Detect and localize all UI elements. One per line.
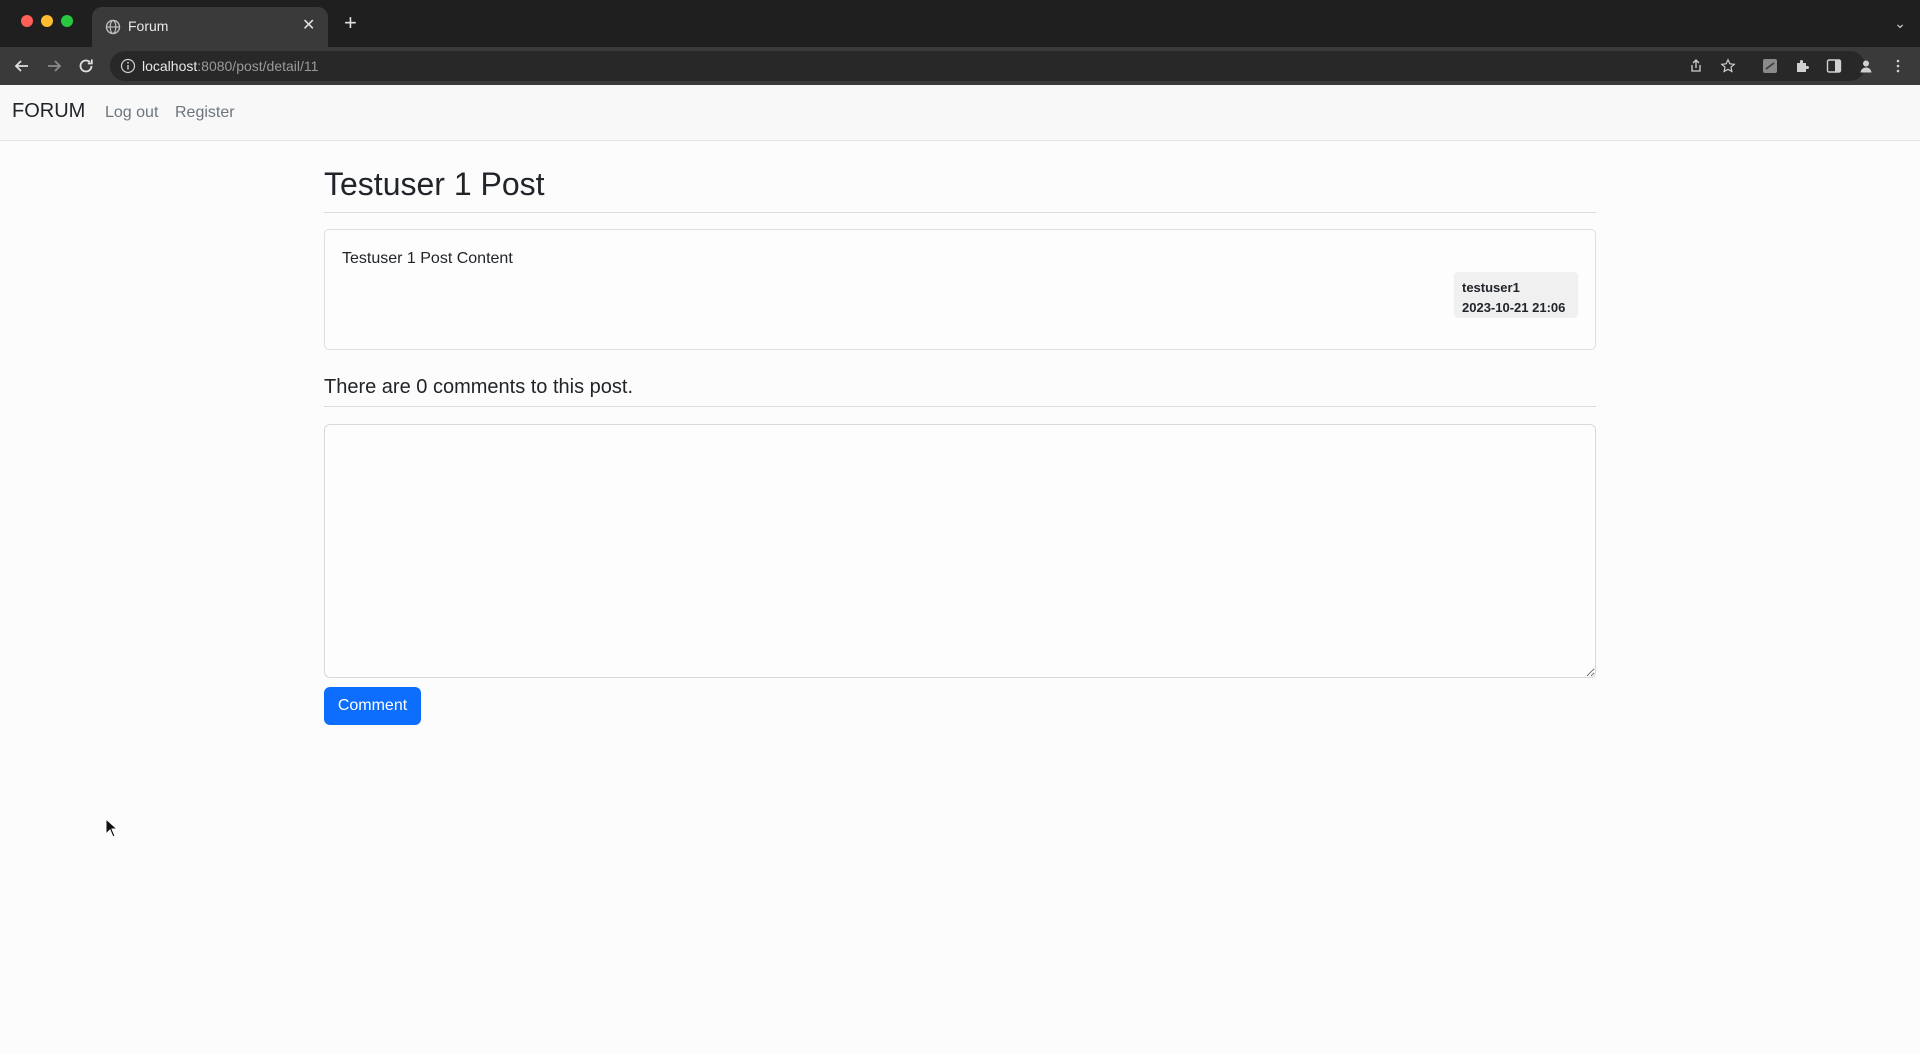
post-card: Testuser 1 Post Content testuser1 2023-1… (324, 229, 1596, 350)
bookmark-star-icon[interactable] (1720, 58, 1736, 74)
side-panel-icon[interactable] (1826, 58, 1842, 74)
profile-icon[interactable] (1858, 58, 1874, 74)
maximize-window-button[interactable] (61, 15, 73, 27)
mouse-cursor-icon (105, 818, 119, 838)
share-icon[interactable] (1688, 58, 1704, 74)
site-info-icon[interactable] (120, 58, 136, 74)
more-menu-icon[interactable] (1890, 58, 1906, 74)
browser-tab-bar: Forum ✕ + ⌄ (0, 0, 1920, 47)
author-badge: testuser1 2023-10-21 21:06 (1454, 272, 1578, 318)
url-text: localhost:8080/post/detail/11 (142, 58, 318, 74)
close-window-button[interactable] (21, 15, 33, 27)
forward-arrow-icon[interactable] (44, 56, 64, 76)
url-host: localhost (142, 58, 198, 74)
divider (324, 212, 1596, 213)
browser-tab[interactable]: Forum ✕ (92, 7, 328, 47)
page-title: Testuser 1 Post (324, 166, 545, 202)
post-content: Testuser 1 Post Content (342, 250, 513, 267)
register-link[interactable]: Register (175, 104, 235, 122)
comments-heading: There are 0 comments to this post. (324, 376, 634, 398)
reload-icon[interactable] (76, 56, 96, 76)
url-path: :8080/post/detail/11 (197, 58, 319, 74)
site-navbar: FORUM Log out Register (0, 85, 1920, 141)
globe-icon (105, 19, 121, 35)
tab-title: Forum (128, 18, 169, 34)
logout-link[interactable]: Log out (105, 104, 158, 122)
comment-button[interactable]: Comment (324, 687, 421, 725)
post-date: 2023-10-21 21:06 (1462, 300, 1566, 315)
extension-icon[interactable] (1762, 58, 1778, 74)
new-tab-button[interactable]: + (344, 12, 357, 34)
address-bar[interactable]: localhost:8080/post/detail/11 (110, 51, 1865, 81)
comment-textarea[interactable] (324, 424, 1596, 678)
puzzle-icon[interactable] (1794, 58, 1810, 74)
back-arrow-icon[interactable] (12, 56, 32, 76)
browser-toolbar: localhost:8080/post/detail/11 (0, 47, 1920, 85)
minimize-window-button[interactable] (41, 15, 53, 27)
close-tab-icon[interactable]: ✕ (302, 17, 315, 35)
tab-search-chevron-icon[interactable]: ⌄ (1894, 15, 1906, 32)
divider (324, 406, 1596, 407)
brand-link[interactable]: FORUM (12, 100, 85, 123)
post-author: testuser1 (1462, 280, 1520, 295)
